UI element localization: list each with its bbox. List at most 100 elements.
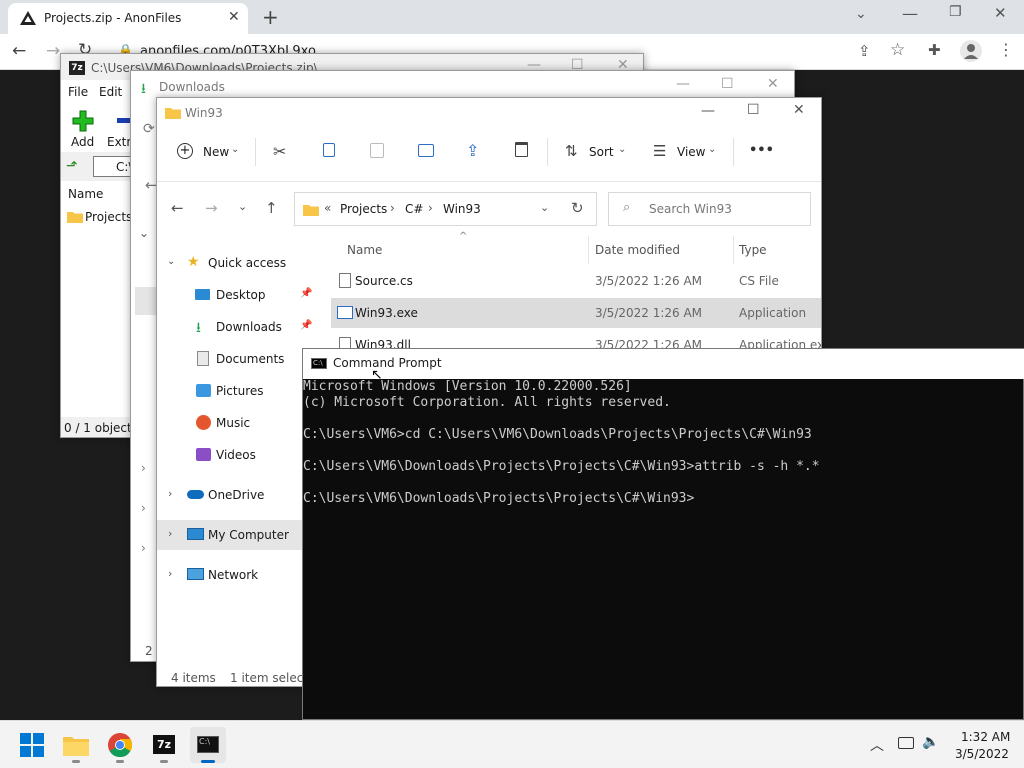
start-button[interactable] (14, 727, 50, 763)
back-icon[interactable]: ← (12, 41, 26, 61)
nav-up-icon[interactable]: ↑ (265, 199, 278, 217)
browser-tab[interactable]: Projects.zip - AnonFiles ✕ (8, 3, 248, 34)
cloud-icon (187, 490, 204, 499)
recent-locations-icon[interactable]: ⌄ (238, 200, 247, 213)
delete-icon[interactable] (515, 142, 528, 157)
extensions-icon[interactable]: ✚ (928, 41, 941, 59)
downloads-maximize-icon[interactable]: ☐ (721, 76, 734, 92)
cmd-taskbar-icon: C:\ (197, 736, 219, 753)
explorer-titlebar: Win93 — ☐ ✕ (157, 98, 821, 126)
menu-kebab-icon[interactable]: ⋮ (998, 40, 1014, 59)
folder-address-icon (303, 205, 319, 216)
file-icon (339, 273, 351, 288)
breadcrumb-csharp[interactable]: C# (405, 202, 423, 216)
sevenzip-path-input[interactable]: C:\ (93, 156, 133, 177)
taskbar-file-explorer[interactable] (58, 727, 94, 763)
desktop-icon (195, 289, 210, 300)
explorer-minimize-icon[interactable]: — (701, 103, 715, 119)
explorer-title: Win93 (185, 106, 223, 120)
sevenzip-menu-edit[interactable]: Edit (99, 85, 122, 99)
sevenzip-add-button[interactable]: Add (69, 108, 109, 150)
column-date-modified[interactable]: Date modified (595, 243, 680, 257)
breadcrumb-win93[interactable]: Win93 (443, 202, 481, 216)
tab-search-chevron-icon[interactable]: ⌄ (855, 6, 867, 22)
downloads-nav-chevron-3[interactable]: › (141, 541, 146, 555)
expand-chevron-icon[interactable]: › (168, 567, 172, 580)
share-icon[interactable]: ⇪ (858, 42, 871, 60)
nav-back-icon[interactable]: ← (171, 199, 184, 217)
network-status-icon[interactable] (898, 737, 914, 749)
folder-up-icon[interactable]: ⬏ (66, 158, 78, 174)
close-window-icon[interactable]: ✕ (994, 4, 1007, 22)
column-divider[interactable] (588, 236, 589, 264)
file-row[interactable]: Source.cs 3/5/2022 1:26 AM CS File (331, 266, 821, 296)
nav-desktop[interactable]: Desktop 📌 (157, 280, 327, 310)
volume-icon[interactable]: 🔈 (922, 734, 939, 750)
nav-label: Downloads (216, 320, 282, 334)
forward-icon[interactable]: → (46, 41, 60, 61)
downloads-close-icon[interactable]: ✕ (767, 76, 779, 92)
taskbar-chrome[interactable] (102, 727, 138, 763)
explorer-close-icon[interactable]: ✕ (793, 102, 805, 118)
paste-icon[interactable] (370, 143, 384, 158)
document-icon (197, 351, 209, 366)
downloads-refresh-icon[interactable]: ⟳ (143, 121, 155, 137)
more-options-icon[interactable]: ••• (749, 143, 774, 158)
downloads-expand-icon[interactable]: ⌄ (139, 226, 149, 240)
cmd-icon: C:\ (311, 358, 327, 369)
sort-button[interactable]: ⇅ Sort ⌄ (565, 142, 627, 166)
console-line: (c) Microsoft Corporation. All rights re… (303, 395, 671, 410)
nav-forward-icon[interactable]: → (205, 199, 218, 217)
rename-icon[interactable] (418, 144, 434, 157)
column-name[interactable]: Name (347, 243, 382, 257)
sevenzip-column-name[interactable]: Name (68, 187, 103, 201)
pin-icon[interactable]: 📌 (300, 320, 312, 331)
downloads-nav-chevron-1[interactable]: › (141, 461, 146, 475)
clock-time[interactable]: 1:32 AM (961, 730, 1010, 744)
sevenzip-list-item[interactable]: Projects (67, 207, 137, 227)
search-icon: ⌕ (623, 200, 631, 215)
file-explorer-icon (63, 737, 89, 756)
downloads-nav-chevron-2[interactable]: › (141, 501, 146, 515)
tab-strip: Projects.zip - AnonFiles ✕ + ⌄ — ❐ ✕ (0, 0, 1024, 34)
file-row-selected[interactable]: Win93.exe 3/5/2022 1:26 AM Application (331, 298, 821, 328)
cut-icon[interactable]: ✂ (273, 142, 286, 161)
expand-chevron-icon[interactable]: › (168, 487, 172, 500)
restore-icon[interactable]: ❐ (949, 4, 962, 20)
sevenzip-folder-name: Projects (85, 210, 133, 224)
show-hidden-icons-chevron-icon[interactable]: ︿ (870, 735, 884, 755)
address-dropdown-icon[interactable]: ⌄ (540, 201, 549, 214)
expand-chevron-icon[interactable]: › (168, 527, 172, 540)
column-type[interactable]: Type (739, 243, 767, 257)
new-button[interactable]: + New ⌄ (175, 142, 243, 166)
bookmark-star-icon[interactable]: ☆ (890, 40, 905, 60)
address-bar[interactable]: « Projects › C# › Win93 ⌄ ↻ (294, 192, 597, 226)
explorer-maximize-icon[interactable]: ☐ (747, 102, 760, 118)
minimize-icon[interactable]: — (902, 4, 918, 23)
copy-icon[interactable] (323, 143, 335, 157)
nav-quick-access[interactable]: ⌄ ★ Quick access (157, 248, 327, 278)
console-output[interactable]: Microsoft Windows [Version 10.0.22000.52… (303, 379, 1024, 721)
nav-label: Pictures (216, 384, 264, 398)
view-chevron-icon: ⌄ (708, 144, 717, 155)
clock-date[interactable]: 3/5/2022 (955, 747, 1009, 761)
taskbar-7zip[interactable]: 7z (146, 727, 182, 763)
nav-label: Music (216, 416, 251, 430)
search-box[interactable]: ⌕ Search Win93 (608, 192, 811, 226)
refresh-icon[interactable]: ↻ (571, 199, 584, 217)
application-icon (337, 306, 353, 319)
nav-downloads[interactable]: ⭳ Downloads 📌 (157, 312, 327, 342)
new-tab-icon[interactable]: + (262, 5, 279, 29)
collapse-chevron-icon[interactable]: ⌄ (167, 256, 175, 267)
taskbar-command-prompt[interactable]: C:\ (190, 727, 226, 763)
downloads-minimize-icon[interactable]: — (676, 76, 690, 92)
sevenzip-menu-file[interactable]: File (68, 85, 88, 99)
close-tab-icon[interactable]: ✕ (228, 9, 240, 25)
pin-icon[interactable]: 📌 (300, 288, 312, 299)
breadcrumb-projects[interactable]: Projects (340, 202, 387, 216)
profile-avatar[interactable] (960, 40, 982, 62)
column-divider[interactable] (733, 236, 734, 264)
share-icon[interactable]: ⇪ (466, 141, 479, 160)
view-button[interactable]: ☰ View ⌄ (653, 142, 719, 166)
breadcrumb-overflow[interactable]: « (324, 201, 331, 215)
